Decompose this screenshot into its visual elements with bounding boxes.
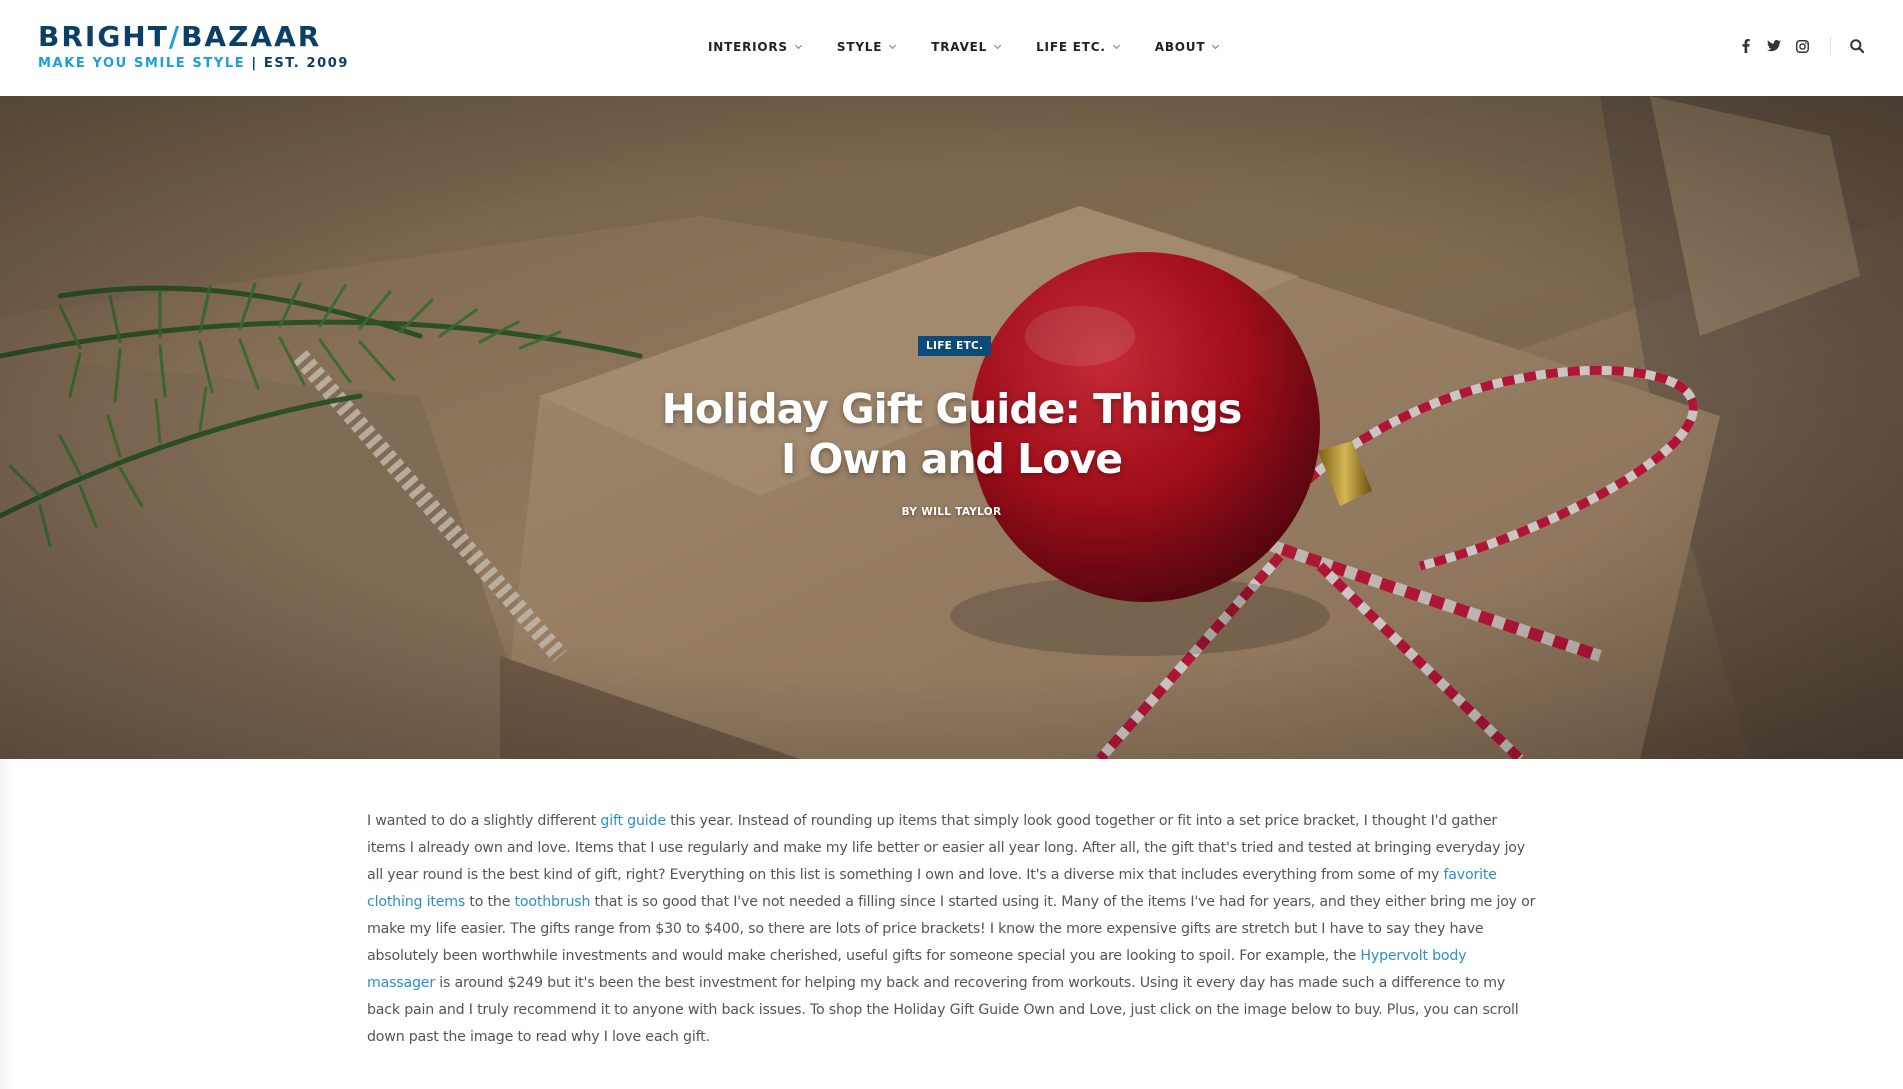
post-title: Holiday Gift Guide: Things I Own and Lov… [661,385,1243,483]
site-logo[interactable]: BRIGHT/BAZAAR MAKE YOU SMILE STYLE | EST… [38,22,349,72]
logo-tagline: MAKE YOU SMILE STYLE | EST. 2009 [38,56,349,71]
logo-part2: BAZAAR [181,20,322,53]
nav-label: ABOUT [1154,40,1206,54]
instagram-icon[interactable] [1794,38,1810,54]
content-edge-shadow [0,759,16,1089]
nav-item-travel[interactable]: TRAVEL [931,40,1002,54]
chevron-down-icon [889,41,897,49]
twitter-icon[interactable] [1766,38,1782,54]
logo-est: EST. 2009 [263,56,350,71]
nav-label: INTERIORS [708,40,788,54]
byline-prefix: BY [901,506,918,518]
header-divider [1830,37,1831,55]
hero-content: LIFE ETC. Holiday Gift Guide: Things I O… [0,96,1903,759]
intro-paragraph: I wanted to do a slightly different gift… [367,808,1537,1051]
text-segment: I wanted to do a slightly different [367,813,601,829]
chevron-down-icon [1112,41,1120,49]
chevron-down-icon [1212,41,1220,49]
nav-label: LIFE ETC. [1036,40,1106,54]
hero-banner: LIFE ETC. Holiday Gift Guide: Things I O… [0,96,1903,759]
toothbrush-link[interactable]: toothbrush [515,894,591,910]
logo-wordmark: BRIGHT/BAZAAR [38,22,349,52]
gift-guide-link[interactable]: gift guide [600,813,666,829]
chevron-down-icon [794,41,802,49]
logo-slash: / [168,20,182,53]
nav-item-style[interactable]: STYLE [836,40,897,54]
main-nav: INTERIORS STYLE TRAVEL LIFE ETC. ABOUT [708,40,1254,54]
facebook-icon[interactable] [1738,38,1754,54]
logo-part1: BRIGHT [38,20,169,53]
post-byline: BY WILL TAYLOR [0,506,1903,518]
text-segment: is around $249 but it's been the best in… [367,975,1519,1045]
nav-item-about[interactable]: ABOUT [1154,40,1220,54]
nav-label: STYLE [836,40,883,54]
chevron-down-icon [994,41,1002,49]
logo-tagline-text: MAKE YOU SMILE STYLE [38,56,246,71]
author-link[interactable]: WILL TAYLOR [921,506,1001,518]
nav-item-life-etc[interactable]: LIFE ETC. [1036,40,1120,54]
search-icon[interactable] [1849,38,1865,54]
nav-label: TRAVEL [931,40,988,54]
social-links [1738,37,1877,55]
logo-separator: | [251,56,258,71]
site-header: BRIGHT/BAZAAR MAKE YOU SMILE STYLE | EST… [0,0,1903,96]
category-badge[interactable]: LIFE ETC. [918,336,992,356]
article-body: I wanted to do a slightly different gift… [367,808,1537,1051]
text-segment: to the [465,894,515,910]
nav-item-interiors[interactable]: INTERIORS [708,40,802,54]
